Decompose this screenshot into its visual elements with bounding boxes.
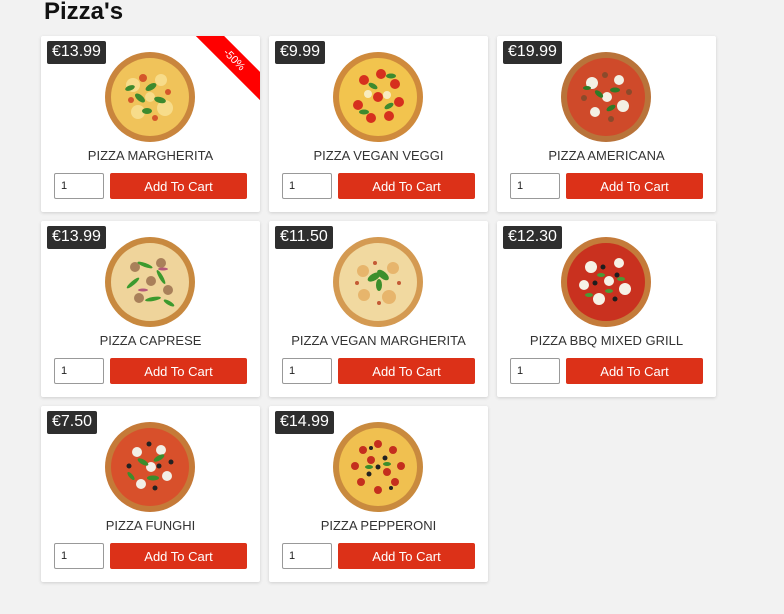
price-badge: €7.50 xyxy=(47,411,98,434)
price-badge: €13.99 xyxy=(47,226,106,249)
price-badge: €9.99 xyxy=(275,41,326,64)
product-name: PIZZA FUNGHI xyxy=(105,518,196,533)
add-to-cart-button[interactable]: Add To Cart xyxy=(566,173,703,199)
add-to-cart-button[interactable]: Add To Cart xyxy=(110,173,247,199)
pizza-bbq-mixed-grill-image[interactable] xyxy=(559,235,653,329)
product-name: PIZZA BBQ MIXED GRILL xyxy=(529,333,684,348)
quantity-input[interactable] xyxy=(510,173,560,199)
product-name: PIZZA MARGHERITA xyxy=(87,148,214,163)
quantity-input[interactable] xyxy=(282,543,332,569)
quantity-input[interactable] xyxy=(282,173,332,199)
price-badge: €12.30 xyxy=(503,226,562,249)
product-card: €11.50 PIZZA VEGAN MARGHERITA Add To Car… xyxy=(269,221,488,397)
quantity-input[interactable] xyxy=(54,543,104,569)
add-to-cart-button[interactable]: Add To Cart xyxy=(338,543,475,569)
price-badge: €11.50 xyxy=(275,226,333,249)
quantity-input[interactable] xyxy=(54,173,104,199)
quantity-input[interactable] xyxy=(54,358,104,384)
product-card: €13.99 -50% PIZZA MARGHERITA Add To Cart xyxy=(41,36,260,212)
product-card: €13.99 PIZZA CAPRESE Add To Cart xyxy=(41,221,260,397)
add-to-cart-button[interactable]: Add To Cart xyxy=(338,358,475,384)
add-to-cart-button[interactable]: Add To Cart xyxy=(566,358,703,384)
product-name: PIZZA VEGAN MARGHERITA xyxy=(291,333,466,348)
product-name: PIZZA CAPRESE xyxy=(99,333,202,348)
product-card: €12.30 PIZZA BBQ MIXED GRILL Add To Cart xyxy=(497,221,716,397)
product-card: €19.99 PIZZA AMERICANA Add To Cart xyxy=(497,36,716,212)
quantity-input[interactable] xyxy=(510,358,560,384)
product-name: PIZZA AMERICANA xyxy=(548,148,665,163)
price-badge: €14.99 xyxy=(275,411,334,434)
pizza-vegan-veggi-image[interactable] xyxy=(331,50,425,144)
pizza-vegan-margherita-image[interactable] xyxy=(331,235,425,329)
add-to-cart-button[interactable]: Add To Cart xyxy=(110,358,247,384)
quantity-input[interactable] xyxy=(282,358,332,384)
price-badge: €13.99 xyxy=(47,41,106,64)
add-to-cart-button[interactable]: Add To Cart xyxy=(338,173,475,199)
product-name: PIZZA PEPPERONI xyxy=(320,518,437,533)
product-grid: €13.99 -50% PIZZA MARGHERITA Add To Cart… xyxy=(41,36,716,582)
price-badge: €19.99 xyxy=(503,41,562,64)
page-title: Pizza's xyxy=(44,0,124,25)
product-card: €9.99 PIZZA VEGAN VEGGI Add To Cart xyxy=(269,36,488,212)
pizza-pepperoni-image[interactable] xyxy=(331,420,425,514)
pizza-caprese-image[interactable] xyxy=(103,235,197,329)
pizza-funghi-image[interactable] xyxy=(103,420,197,514)
product-card: €14.99 PIZZA PEPPERONI Add To Cart xyxy=(269,406,488,582)
product-name: PIZZA VEGAN VEGGI xyxy=(313,148,444,163)
pizza-americana-image[interactable] xyxy=(559,50,653,144)
pizza-margherita-image[interactable] xyxy=(103,50,197,144)
product-card: €7.50 PIZZA FUNGHI Add To Cart xyxy=(41,406,260,582)
add-to-cart-button[interactable]: Add To Cart xyxy=(110,543,247,569)
